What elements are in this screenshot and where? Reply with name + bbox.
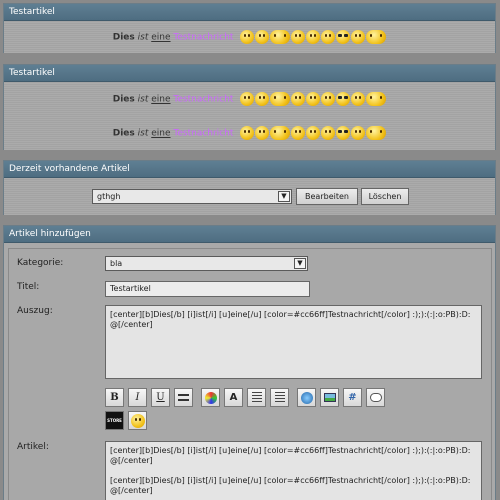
sad-icon bbox=[270, 30, 291, 44]
colored-text: Testnachricht bbox=[173, 94, 234, 105]
italic-button[interactable]: I bbox=[128, 388, 147, 407]
smile-icon bbox=[240, 92, 255, 106]
article-select[interactable]: gthgh ▼ bbox=[92, 189, 292, 204]
smiley-icon bbox=[130, 413, 145, 428]
italic-text: ist bbox=[137, 94, 149, 105]
underline-text: eine bbox=[151, 32, 171, 43]
grin-icon bbox=[351, 92, 366, 106]
link-icon bbox=[300, 391, 313, 404]
preview-panel-2: Testartikel Dies ist eine Testnachricht … bbox=[3, 64, 496, 150]
smiley-row bbox=[240, 126, 387, 140]
message-line: Dies ist eine Testnachricht bbox=[4, 92, 495, 107]
list-icon bbox=[251, 392, 262, 403]
chevron-down-icon[interactable]: ▼ bbox=[278, 191, 290, 202]
wink-icon bbox=[255, 92, 270, 106]
excerpt-textarea[interactable]: [center][b]Dies[/b] [i]ist[/i] [u]eine[/… bbox=[105, 305, 482, 379]
code-button[interactable]: # bbox=[343, 388, 362, 407]
add-article-panel: Artikel hinzufügen Kategorie: bla ▼ Tite… bbox=[3, 225, 496, 500]
category-select-value: bla bbox=[110, 259, 123, 268]
speech-bubble-icon bbox=[369, 393, 382, 402]
edit-button[interactable]: Bearbeiten bbox=[296, 188, 358, 205]
panel-title: Artikel hinzufügen bbox=[4, 226, 495, 243]
angry-icon bbox=[366, 30, 387, 44]
store-button[interactable]: STORE bbox=[105, 411, 124, 430]
link-button[interactable] bbox=[297, 388, 316, 407]
sad-icon bbox=[270, 92, 291, 106]
title-label: Titel: bbox=[17, 282, 40, 292]
panel-title: Testartikel bbox=[4, 65, 495, 82]
underline-button[interactable]: U bbox=[151, 388, 170, 407]
image-button[interactable] bbox=[320, 388, 339, 407]
strikethrough-icon bbox=[178, 394, 189, 401]
chevron-down-icon[interactable]: ▼ bbox=[294, 258, 306, 269]
numbered-list-button[interactable] bbox=[270, 388, 289, 407]
colored-text: Testnachricht bbox=[173, 32, 234, 43]
bold-text: Dies bbox=[112, 128, 135, 139]
color-palette-icon bbox=[204, 391, 217, 404]
preview-panel-1: Testartikel Dies ist eine Testnachricht bbox=[3, 3, 496, 53]
color-button[interactable] bbox=[201, 388, 220, 407]
cool-icon bbox=[336, 92, 351, 106]
message-line: Dies ist eine Testnachricht bbox=[4, 30, 495, 45]
surprised-icon bbox=[306, 92, 321, 106]
title-input[interactable]: Testartikel bbox=[105, 281, 310, 297]
smile-icon bbox=[240, 30, 255, 44]
hash-icon: # bbox=[348, 392, 357, 403]
neutral-icon bbox=[291, 126, 306, 140]
sad-icon bbox=[270, 126, 291, 140]
cool-icon bbox=[336, 126, 351, 140]
font-size-icon: A bbox=[229, 392, 238, 403]
italic-text: ist bbox=[137, 32, 149, 43]
bold-text: Dies bbox=[112, 94, 135, 105]
angry-icon bbox=[366, 126, 387, 140]
store-logo: STORE bbox=[107, 418, 122, 423]
wink-icon bbox=[255, 126, 270, 140]
angry-icon bbox=[366, 92, 387, 106]
message-line: Dies ist eine Testnachricht bbox=[4, 126, 495, 141]
neutral-icon bbox=[291, 30, 306, 44]
article-label: Artikel: bbox=[17, 442, 49, 452]
panel-title: Derzeit vorhandene Artikel bbox=[4, 161, 495, 178]
colored-text: Testnachricht bbox=[173, 128, 234, 139]
excerpt-label: Auszug: bbox=[17, 306, 53, 316]
smiley-row bbox=[240, 92, 387, 106]
italic-text: ist bbox=[137, 128, 149, 139]
bold-button[interactable]: B bbox=[105, 388, 124, 407]
underline-text: eine bbox=[151, 128, 171, 139]
strike-button[interactable] bbox=[174, 388, 193, 407]
smiley-button[interactable] bbox=[128, 411, 147, 430]
article-textarea[interactable]: [center][b]Dies[/b] [i]ist[/i] [u]eine[/… bbox=[105, 441, 482, 500]
category-label: Kategorie: bbox=[17, 258, 64, 268]
panel-title: Testartikel bbox=[4, 4, 495, 21]
existing-articles-panel: Derzeit vorhandene Artikel gthgh ▼ Bearb… bbox=[3, 160, 496, 215]
article-select-value: gthgh bbox=[97, 192, 121, 201]
grin-icon bbox=[351, 30, 366, 44]
category-select[interactable]: bla ▼ bbox=[105, 256, 308, 271]
tongue-icon bbox=[321, 92, 336, 106]
bold-text: Dies bbox=[112, 32, 135, 43]
neutral-icon bbox=[291, 92, 306, 106]
font-size-button[interactable]: A bbox=[224, 388, 243, 407]
underline-text: eine bbox=[151, 94, 171, 105]
image-icon bbox=[323, 393, 336, 402]
smile-icon bbox=[240, 126, 255, 140]
numbered-list-icon bbox=[274, 392, 285, 403]
list-button[interactable] bbox=[247, 388, 266, 407]
wink-icon bbox=[255, 30, 270, 44]
tongue-icon bbox=[321, 126, 336, 140]
delete-button[interactable]: Löschen bbox=[361, 188, 409, 205]
grin-icon bbox=[351, 126, 366, 140]
smiley-row bbox=[240, 30, 387, 44]
tongue-icon bbox=[321, 30, 336, 44]
surprised-icon bbox=[306, 126, 321, 140]
quote-button[interactable] bbox=[366, 388, 385, 407]
surprised-icon bbox=[306, 30, 321, 44]
cool-icon bbox=[336, 30, 351, 44]
